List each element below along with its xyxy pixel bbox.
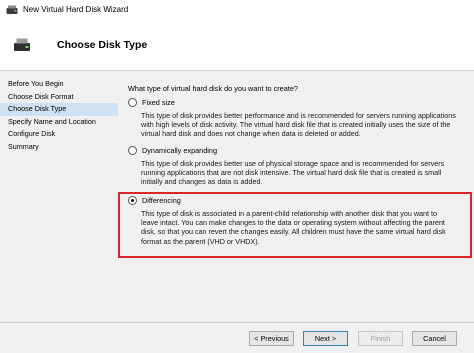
fixed-size-description: This type of disk provides better perfor… — [141, 111, 456, 139]
finish-button[interactable]: Finish — [358, 331, 403, 346]
radio-label[interactable]: Fixed size — [142, 98, 175, 107]
nav-item-choose-disk-format[interactable]: Choose Disk Format — [0, 91, 118, 104]
previous-button[interactable]: < Previous — [249, 331, 294, 346]
window-title: New Virtual Hard Disk Wizard — [23, 5, 129, 14]
cancel-button[interactable]: Cancel — [412, 331, 457, 346]
radio-label[interactable]: Differencing — [142, 196, 181, 205]
dynamically-expanding-description: This type of disk provides better use of… — [141, 159, 445, 187]
nav-item-summary[interactable]: Summary — [0, 141, 118, 154]
disk-icon — [6, 5, 18, 14]
wizard-steps-nav: Before You Begin Choose Disk Format Choo… — [0, 78, 118, 153]
radio-button[interactable] — [128, 146, 137, 155]
title-bar: New Virtual Hard Disk Wizard — [0, 0, 474, 20]
nav-item-before-you-begin[interactable]: Before You Begin — [0, 78, 118, 91]
radio-dynamically-expanding[interactable]: Dynamically expanding — [128, 146, 217, 155]
footer-divider — [0, 322, 474, 323]
question-text: What type of virtual hard disk do you wa… — [128, 84, 298, 93]
radio-button-selected[interactable] — [128, 196, 137, 205]
differencing-description: This type of disk is associated in a par… — [141, 209, 446, 246]
radio-label[interactable]: Dynamically expanding — [142, 146, 217, 155]
main-content: What type of virtual hard disk do you wa… — [118, 71, 474, 321]
radio-differencing[interactable]: Differencing — [128, 196, 181, 205]
page-title: Choose Disk Type — [57, 39, 148, 51]
nav-item-choose-disk-type[interactable]: Choose Disk Type — [0, 103, 118, 116]
disk-icon — [14, 38, 30, 51]
nav-item-configure-disk[interactable]: Configure Disk — [0, 128, 118, 141]
nav-item-specify-name-location[interactable]: Specify Name and Location — [0, 116, 118, 129]
radio-fixed-size[interactable]: Fixed size — [128, 98, 175, 107]
radio-button[interactable] — [128, 98, 137, 107]
next-button[interactable]: Next > — [303, 331, 348, 346]
wizard-header: Choose Disk Type — [0, 20, 474, 70]
